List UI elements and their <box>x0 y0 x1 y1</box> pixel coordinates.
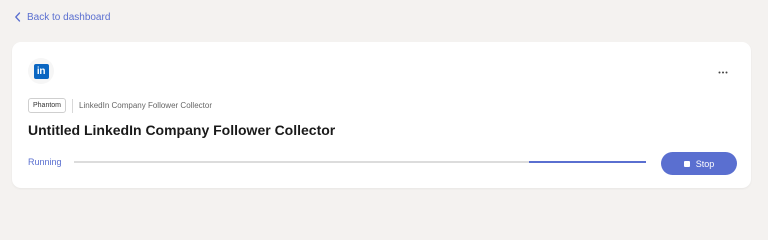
status-label: Running <box>28 157 62 167</box>
linkedin-logo-icon: in <box>33 63 49 79</box>
meta-divider <box>72 98 74 113</box>
chevron-left-icon <box>14 12 21 22</box>
stop-square-icon <box>683 160 690 167</box>
progress-track <box>74 161 646 163</box>
linkedin-logo-container: in <box>28 58 54 84</box>
progress-fill <box>528 161 646 163</box>
more-options-button[interactable] <box>715 62 731 78</box>
template-name: LinkedIn Company Follower Collector <box>79 101 212 110</box>
more-horizontal-icon <box>718 61 728 79</box>
back-link-label: Back to dashboard <box>27 11 111 23</box>
phantom-title: Untitled LinkedIn Company Follower Colle… <box>28 122 336 138</box>
back-to-dashboard-link[interactable]: Back to dashboard <box>14 10 110 24</box>
stop-button-label: Stop <box>695 158 715 169</box>
phantom-meta-row: Phantom LinkedIn Company Follower Collec… <box>28 98 212 113</box>
stop-button[interactable]: Stop <box>661 152 737 175</box>
phantom-type-badge: Phantom <box>28 98 67 113</box>
phantom-card: in Phantom LinkedIn Company Follower Col… <box>12 42 751 188</box>
